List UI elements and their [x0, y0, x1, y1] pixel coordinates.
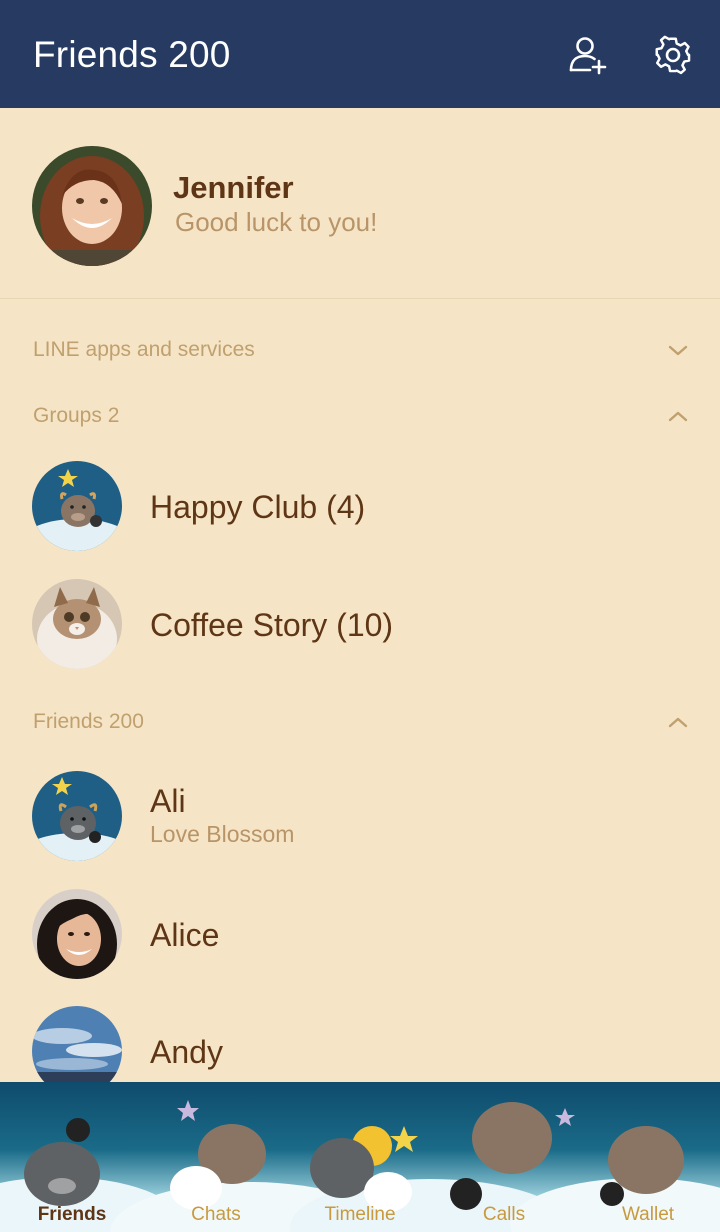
- bottom-tab-bar: Friends Chats Timeline Calls Wallet: [0, 1082, 720, 1232]
- list-item[interactable]: Ali Love Blossom: [0, 771, 720, 887]
- group-avatar: [32, 579, 122, 669]
- list-item[interactable]: Happy Club (4): [0, 461, 720, 577]
- settings-button[interactable]: [652, 34, 694, 76]
- section-friends[interactable]: Friends 200: [0, 696, 720, 752]
- tab-label: Timeline: [324, 1204, 396, 1225]
- section-line-apps[interactable]: LINE apps and services: [0, 324, 720, 380]
- chevron-down-icon: [668, 345, 688, 356]
- tab-chats[interactable]: Chats: [144, 1082, 288, 1232]
- group-avatar: [32, 461, 122, 551]
- section-label: Groups 2: [33, 404, 120, 427]
- page-title: Friends 200: [33, 34, 231, 75]
- group-name: Coffee Story (10): [150, 607, 394, 643]
- profile-status-message: Good luck to you!: [175, 207, 378, 237]
- section-label: LINE apps and services: [33, 338, 255, 361]
- tab-calls[interactable]: Calls: [432, 1082, 576, 1232]
- profile-name: Jennifer: [173, 170, 294, 205]
- friend-status-message: Love Blossom: [150, 821, 295, 847]
- tab-label: Wallet: [621, 1204, 675, 1225]
- group-name: Happy Club (4): [150, 489, 366, 525]
- chevron-up-icon: [668, 411, 688, 422]
- section-label: Friends 200: [33, 710, 144, 733]
- app-header: Friends 200: [0, 0, 720, 108]
- tab-label: Calls: [482, 1204, 526, 1225]
- friend-name: Alice: [150, 917, 220, 953]
- tab-friends[interactable]: Friends: [0, 1082, 144, 1232]
- section-groups[interactable]: Groups 2: [0, 390, 720, 446]
- add-friend-button[interactable]: [568, 34, 610, 76]
- tab-timeline[interactable]: Timeline: [288, 1082, 432, 1232]
- avatar: [32, 771, 122, 861]
- avatar[interactable]: [32, 146, 152, 266]
- list-item[interactable]: Coffee Story (10): [0, 579, 720, 695]
- tab-label: Chats: [191, 1204, 241, 1225]
- chevron-up-icon: [668, 717, 688, 728]
- add-friend-icon: [569, 37, 607, 75]
- tab-wallet[interactable]: Wallet: [576, 1082, 720, 1232]
- tab-label: Friends: [37, 1204, 107, 1225]
- list-item[interactable]: Alice: [0, 889, 720, 1005]
- friend-name: Ali: [150, 783, 186, 819]
- my-profile[interactable]: Jennifer Good luck to you!: [0, 108, 720, 299]
- friend-name: Andy: [150, 1034, 223, 1070]
- avatar: [32, 889, 122, 979]
- gear-icon: [655, 35, 691, 75]
